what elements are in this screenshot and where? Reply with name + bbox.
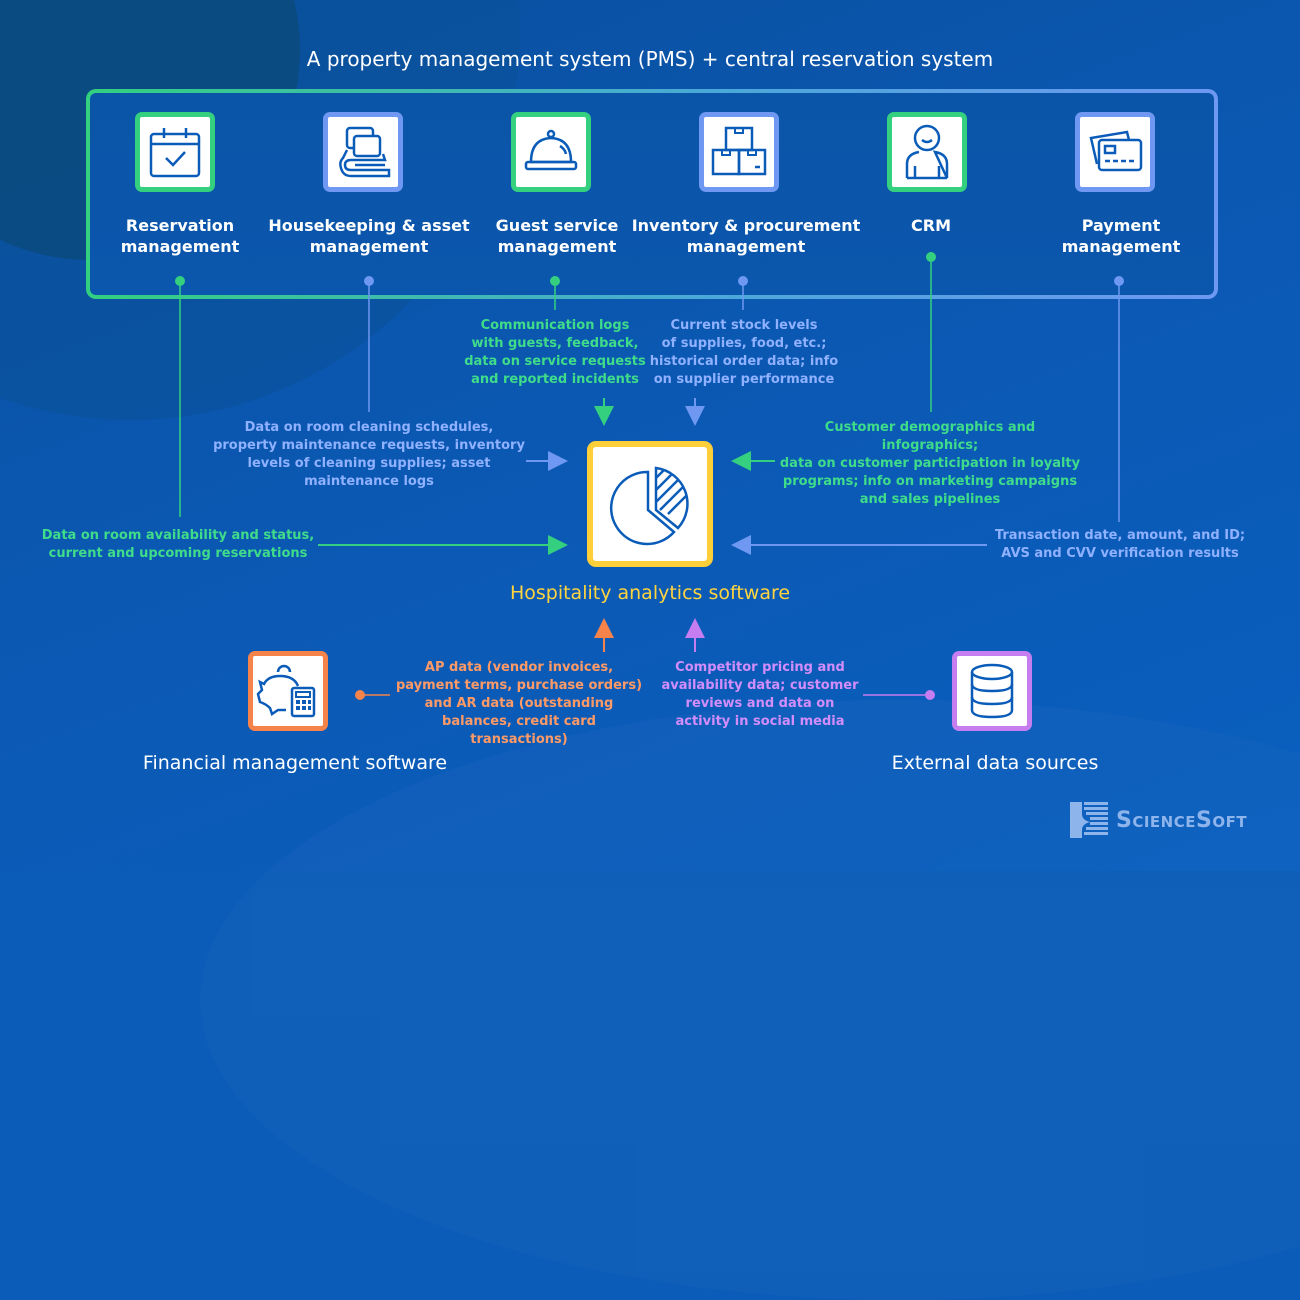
note-line: activity in social media	[675, 714, 845, 729]
piggy-bank-calculator-icon	[256, 664, 316, 718]
boxes-icon	[711, 126, 767, 176]
note-line: reviews and data on	[685, 696, 835, 711]
credit-cards-icon	[1089, 130, 1143, 172]
note-external: Competitor pricing and availability data;…	[660, 659, 860, 731]
note-line: and AR data (outstanding	[424, 696, 614, 711]
external-tile	[952, 651, 1032, 731]
bed-pillows-icon	[339, 126, 391, 178]
note-line: management	[686, 237, 806, 256]
external-label: External data sources	[891, 752, 1099, 774]
crm-connector	[926, 252, 936, 412]
financial-label: Financial management software	[142, 752, 448, 774]
note-inventory: Current stock levels of supplies, food, e…	[648, 317, 840, 389]
note-line: current and upcoming reservations	[48, 546, 308, 561]
person-icon	[905, 124, 949, 180]
note-guest-service: Communication logs with guests, feedback,…	[455, 317, 655, 389]
inventory-connector	[738, 276, 748, 310]
note-line: property maintenance requests, inventory	[213, 438, 525, 453]
note-line: with guests, feedback,	[471, 336, 639, 351]
note-housekeeping: Data on room cleaning schedules, property…	[210, 419, 528, 491]
reservation-tile	[135, 112, 215, 192]
note-line: availability data; customer	[661, 678, 859, 693]
note-reservation: Data on room availability and status, cur…	[40, 527, 316, 563]
guest-service-tile	[511, 112, 591, 192]
inventory-tile	[699, 112, 779, 192]
note-line: Data on room availability and status,	[41, 528, 315, 543]
note-line: Customer demographics and infographics;	[824, 420, 1036, 453]
pie-chart-icon	[609, 466, 689, 546]
housekeeping-tile	[323, 112, 403, 192]
note-line: levels of cleaning supplies; asset	[247, 456, 491, 471]
analytics-tile	[587, 441, 713, 567]
note-line: Current stock levels	[670, 318, 818, 333]
note-line: Payment	[1081, 216, 1161, 235]
analytics-label: Hospitality analytics software	[509, 582, 791, 604]
logo-text: ScienceSoft	[1116, 807, 1248, 833]
note-line: and sales pipelines	[859, 492, 1001, 507]
payment-connector	[1114, 276, 1124, 522]
note-line: of supplies, food, etc.;	[661, 336, 827, 351]
module-label-payment: Payment management	[1001, 215, 1241, 257]
note-line: Data on room cleaning schedules,	[244, 420, 494, 435]
financial-connector	[355, 690, 390, 700]
note-crm: Customer demographics and infographics; d…	[775, 419, 1085, 509]
note-line: maintenance logs	[304, 474, 434, 489]
note-line: balances, credit card transactions)	[442, 714, 596, 747]
housekeeping-connector	[364, 276, 374, 412]
note-line: programs; info on marketing campaigns	[782, 474, 1078, 489]
note-line: AP data (vendor invoices,	[424, 660, 614, 675]
database-icon	[970, 663, 1014, 719]
sciencesoft-logo-icon	[1070, 802, 1108, 838]
note-line: payment terms, purchase orders)	[395, 678, 643, 693]
note-line: data on customer participation in loyalt…	[779, 456, 1081, 471]
reservation-connector	[175, 276, 185, 517]
service-bell-icon	[524, 129, 578, 171]
note-line: Transaction date, amount, and ID;	[994, 528, 1246, 543]
crm-tile	[887, 112, 967, 192]
note-line: historical order data; info	[649, 354, 839, 369]
guest-service-connector	[550, 276, 560, 310]
note-line: and reported incidents	[471, 372, 639, 387]
note-line: Competitor pricing and	[675, 660, 845, 675]
note-line: data on service requests	[464, 354, 646, 369]
note-payment: Transaction date, amount, and ID; AVS and…	[993, 527, 1247, 563]
external-connector	[863, 690, 935, 700]
financial-tile	[248, 651, 328, 731]
payment-tile	[1075, 112, 1155, 192]
note-line: on supplier performance	[653, 372, 835, 387]
note-line: Communication logs	[480, 318, 630, 333]
note-line: management	[1061, 237, 1181, 256]
note-financial: AP data (vendor invoices, payment terms, …	[392, 659, 646, 749]
calendar-check-icon	[149, 128, 201, 178]
note-line: AVS and CVV verification results	[1001, 546, 1239, 561]
sciencesoft-logo: ScienceSoft	[1068, 800, 1247, 840]
